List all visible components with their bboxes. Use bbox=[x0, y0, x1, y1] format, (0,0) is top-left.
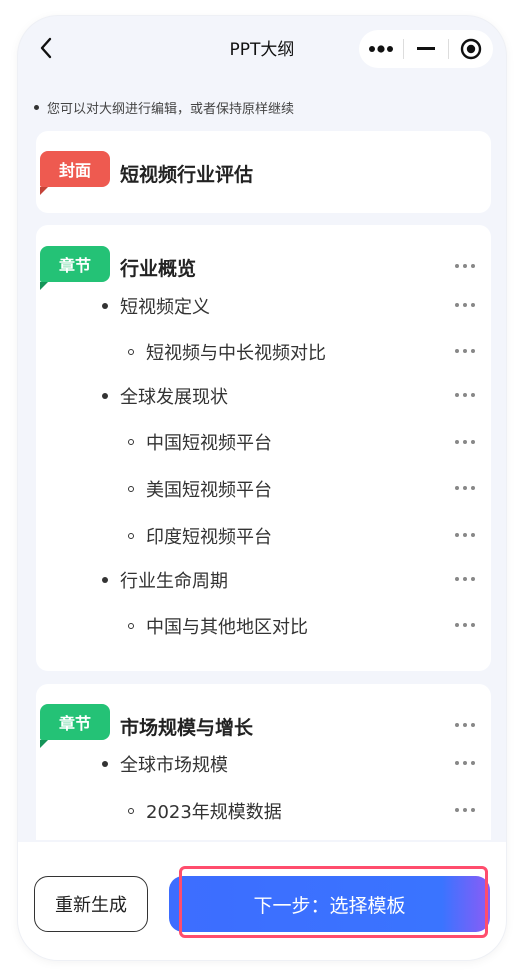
bullet-circle bbox=[128, 486, 134, 492]
outline-item[interactable]: 短视频定义 bbox=[102, 293, 210, 319]
item-text: 中国短视频平台 bbox=[146, 433, 272, 454]
minimize-icon bbox=[417, 47, 435, 50]
section-card: 章节 行业概览 短视频定义 短视频与中长视频对比 全球发展现状 中国短视频平台 … bbox=[36, 225, 491, 671]
ellipsis-icon[interactable] bbox=[455, 346, 475, 356]
section-title[interactable]: 市场规模与增长 bbox=[120, 713, 253, 740]
close-button[interactable] bbox=[449, 30, 493, 68]
section-title[interactable]: 行业概览 bbox=[120, 254, 196, 281]
bullet-dot bbox=[102, 393, 108, 399]
ellipsis-icon[interactable] bbox=[455, 758, 475, 768]
ellipsis-icon[interactable] bbox=[455, 437, 475, 447]
bullet-circle bbox=[128, 623, 134, 629]
item-text: 美国短视频平台 bbox=[146, 480, 272, 501]
item-text: 全球市场规模 bbox=[120, 755, 228, 776]
outline-subitem[interactable]: 印度短视频平台 bbox=[128, 523, 272, 549]
bullet-circle bbox=[128, 533, 134, 539]
regenerate-button[interactable]: 重新生成 bbox=[34, 876, 148, 932]
ellipsis-icon[interactable] bbox=[455, 530, 475, 540]
more-dots-icon bbox=[369, 45, 393, 53]
item-text: 行业生命周期 bbox=[120, 571, 228, 592]
outline-item[interactable]: 行业生命周期 bbox=[102, 567, 228, 593]
bullet-circle bbox=[128, 349, 134, 355]
bottom-action-bar: 重新生成 下一步：选择模板 bbox=[18, 842, 506, 960]
outline-subitem[interactable]: 2023年规模数据 bbox=[128, 798, 282, 824]
navigation-bar: PPT大纲 bbox=[18, 16, 506, 80]
mini-program-capsule bbox=[359, 30, 493, 68]
ellipsis-icon[interactable] bbox=[455, 574, 475, 584]
bullet-dot bbox=[102, 303, 108, 309]
cover-tag: 封面 bbox=[40, 151, 110, 195]
target-close-icon bbox=[460, 38, 482, 60]
ellipsis-icon[interactable] bbox=[455, 483, 475, 493]
bullet-circle bbox=[128, 439, 134, 445]
ellipsis-icon[interactable] bbox=[455, 261, 475, 271]
more-button[interactable] bbox=[359, 30, 403, 68]
bullet-dot bbox=[102, 761, 108, 767]
chapter-tag: 章节 bbox=[40, 704, 110, 748]
hint-text: 您可以对大纲进行编辑，或者保持原样继续 bbox=[47, 102, 295, 117]
edit-hint: 您可以对大纲进行编辑，或者保持原样继续 bbox=[34, 98, 294, 117]
item-text: 短视频定义 bbox=[120, 297, 210, 318]
outline-subitem[interactable]: 中国与其他地区对比 bbox=[128, 613, 308, 639]
item-text: 短视频与中长视频对比 bbox=[146, 343, 326, 364]
outline-item[interactable]: 全球发展现状 bbox=[102, 383, 228, 409]
item-text: 中国与其他地区对比 bbox=[146, 617, 308, 638]
outline-list[interactable]: 封面 短视频行业评估 章节 行业概览 短视频定义 短视频与中长视频对比 全球发展… bbox=[18, 126, 506, 840]
item-text: 印度短视频平台 bbox=[146, 527, 272, 548]
ellipsis-icon[interactable] bbox=[455, 620, 475, 630]
outline-item[interactable]: 全球市场规模 bbox=[102, 751, 228, 777]
phone-frame: PPT大纲 您可以对大纲进行编辑，或者保持原样继续 封面 短视频行业评估 章节 … bbox=[18, 16, 506, 960]
cover-card[interactable]: 封面 短视频行业评估 bbox=[36, 131, 491, 213]
next-select-template-button[interactable]: 下一步：选择模板 bbox=[169, 876, 490, 932]
ellipsis-icon[interactable] bbox=[455, 300, 475, 310]
outline-subitem[interactable]: 美国短视频平台 bbox=[128, 476, 272, 502]
ellipsis-icon[interactable] bbox=[455, 720, 475, 730]
chapter-tag: 章节 bbox=[40, 246, 110, 290]
outline-subitem[interactable]: 中国短视频平台 bbox=[128, 429, 272, 455]
section-card: 章节 市场规模与增长 全球市场规模 2023年规模数据 bbox=[36, 684, 491, 840]
ellipsis-icon[interactable] bbox=[455, 805, 475, 815]
item-text: 2023年规模数据 bbox=[146, 802, 282, 823]
hint-bullet bbox=[34, 105, 39, 110]
item-text: 全球发展现状 bbox=[120, 387, 228, 408]
cover-title[interactable]: 短视频行业评估 bbox=[120, 160, 253, 187]
ellipsis-icon[interactable] bbox=[455, 390, 475, 400]
bullet-circle bbox=[128, 808, 134, 814]
minimize-button[interactable] bbox=[404, 30, 448, 68]
outline-subitem[interactable]: 短视频与中长视频对比 bbox=[128, 339, 326, 365]
bullet-dot bbox=[102, 577, 108, 583]
